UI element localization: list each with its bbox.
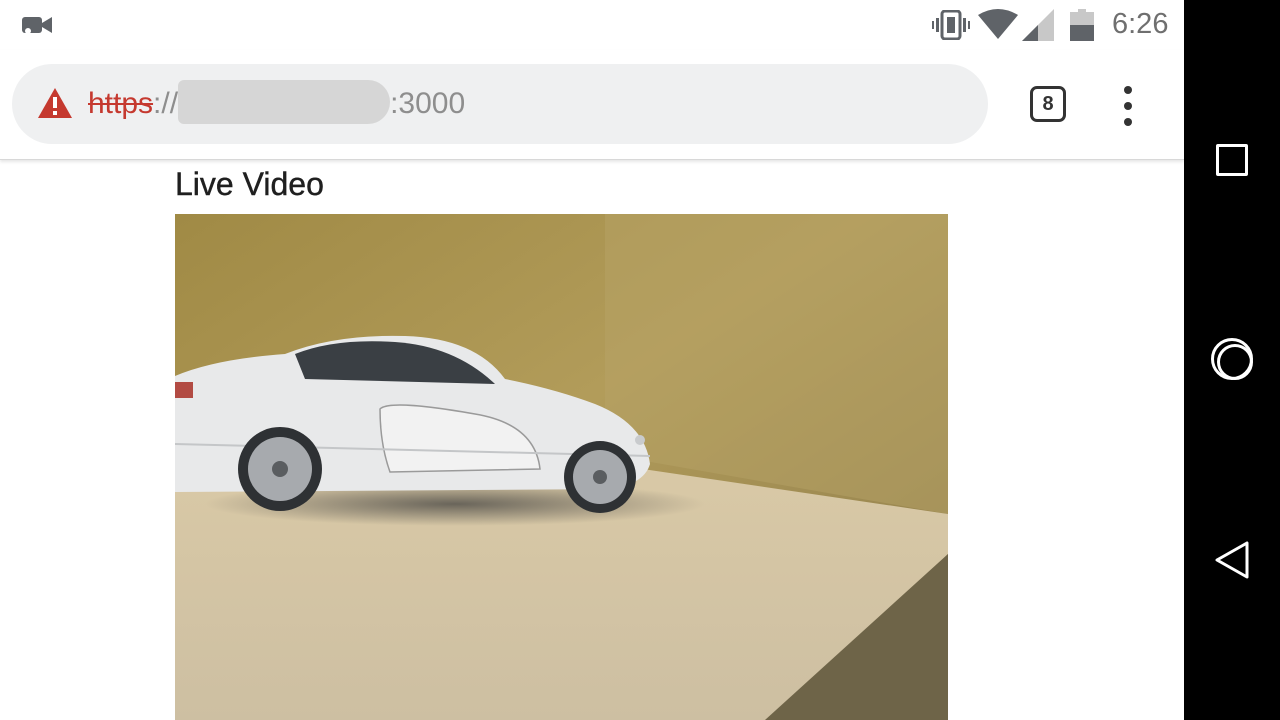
- back-icon[interactable]: [1214, 540, 1250, 580]
- url-scheme: https: [88, 87, 154, 120]
- android-nav-bar: [1184, 0, 1280, 720]
- tab-switcher-button[interactable]: 8: [1030, 86, 1066, 122]
- phone-screen: 6:26 https:// :3000 8 Live Video: [0, 0, 1184, 720]
- security-warning-icon[interactable]: [38, 88, 72, 118]
- url-text[interactable]: https:// :3000: [88, 80, 466, 125]
- wifi-icon: [978, 9, 1018, 39]
- status-clock: 6:26: [1112, 8, 1169, 40]
- recents-icon[interactable]: [1216, 144, 1248, 176]
- battery-icon: [1070, 9, 1094, 41]
- url-port: :3000: [390, 87, 466, 120]
- video-frame: [175, 214, 948, 720]
- tab-count: 8: [1042, 92, 1054, 115]
- more-vert-icon[interactable]: [1116, 86, 1140, 126]
- vibrate-icon: [932, 10, 970, 40]
- page-content: Live Video: [0, 160, 1184, 720]
- cellular-signal-icon: [1022, 9, 1054, 41]
- home-icon[interactable]: [1211, 338, 1253, 380]
- video-camera-icon: [22, 17, 52, 34]
- browser-toolbar: https:// :3000 8: [0, 50, 1184, 160]
- live-video-player[interactable]: [175, 214, 948, 720]
- redacted-host: [178, 80, 391, 125]
- url-separator: ://: [153, 87, 179, 120]
- page-heading: Live Video: [175, 166, 324, 202]
- status-bar: 6:26: [0, 0, 1184, 50]
- url-bar[interactable]: https:// :3000: [12, 64, 988, 144]
